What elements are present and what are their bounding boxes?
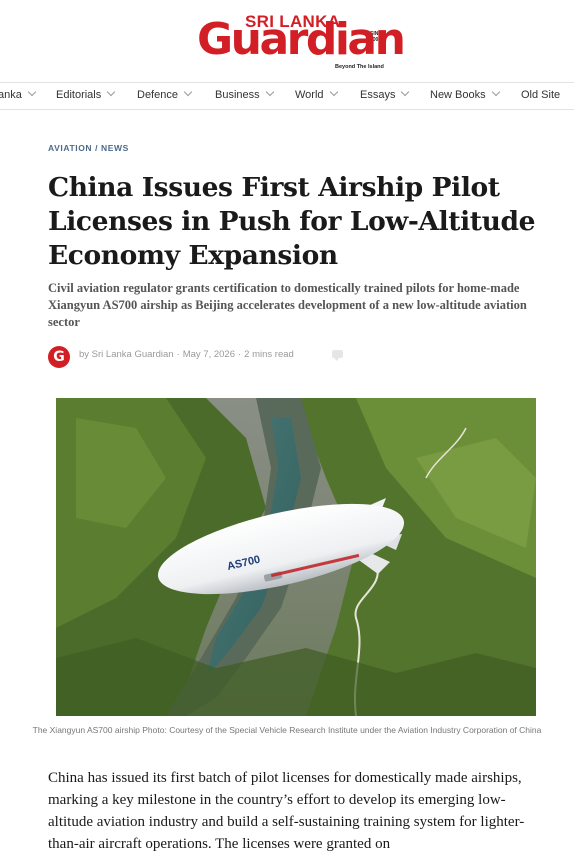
nav-item-label: New Books (430, 89, 486, 101)
nav-item-editorials[interactable]: Editorials (56, 87, 116, 101)
main-nav: anka Editorials Defence Business World E… (0, 82, 574, 110)
nav-item-label: Business (215, 89, 260, 101)
article-photo: AS700 (56, 398, 536, 716)
masthead: SRI LANKA SINCE 2007 Guardian Beyond The… (0, 0, 574, 82)
nav-item-new-books[interactable]: New Books (430, 87, 500, 101)
site-logo[interactable]: SRI LANKA SINCE 2007 Guardian Beyond The… (197, 10, 406, 74)
nav-item-business[interactable]: Business (215, 87, 274, 101)
chevron-down-icon (183, 87, 193, 97)
nav-item-label: World (295, 89, 324, 101)
publish-date: May 7, 2026 (182, 349, 235, 360)
logo-guardian: Guardian (197, 14, 406, 65)
nav-item-label: Essays (360, 89, 396, 101)
nav-item-essays[interactable]: Essays (360, 87, 410, 101)
nav-item-defence[interactable]: Defence (137, 87, 193, 101)
nav-item-sri-lanka[interactable]: anka (0, 87, 37, 101)
article-body-paragraph: China has issued its first batch of pilo… (48, 770, 525, 851)
comment-icon[interactable] (332, 350, 343, 361)
nav-item-label: Old Site (521, 89, 561, 101)
nav-item-world[interactable]: World (295, 87, 338, 101)
article-subtitle: Civil aviation regulator grants certific… (48, 281, 527, 329)
airship-photo-illustration: AS700 (56, 398, 536, 716)
article-category[interactable]: AVIATION / NEWS (48, 143, 129, 153)
chevron-down-icon (265, 87, 274, 97)
author-name[interactable]: by Sri Lanka Guardian (79, 349, 174, 360)
chevron-down-icon (491, 87, 500, 97)
author-avatar[interactable]: G (48, 346, 70, 368)
chevron-down-icon (107, 87, 116, 97)
chevron-down-icon (27, 87, 37, 97)
chevron-down-icon (329, 87, 338, 97)
read-time: 2 mins read (244, 349, 294, 360)
nav-item-label: Editorials (56, 89, 102, 101)
meta-line: by Sri Lanka Guardian · May 7, 2026 · 2 mins… (79, 349, 294, 360)
chevron-down-icon (401, 87, 410, 97)
nav-item-label: Defence (137, 89, 178, 101)
article-title: China Issues First Airship Pilot License… (48, 172, 536, 271)
photo-caption: The Xiangyun AS700 airship Photo: Courte… (32, 725, 542, 735)
logo-tagline: Beyond The Island (335, 64, 384, 70)
nav-item-old-site[interactable]: Old Site (521, 89, 560, 101)
nav-item-label: anka (0, 89, 22, 101)
